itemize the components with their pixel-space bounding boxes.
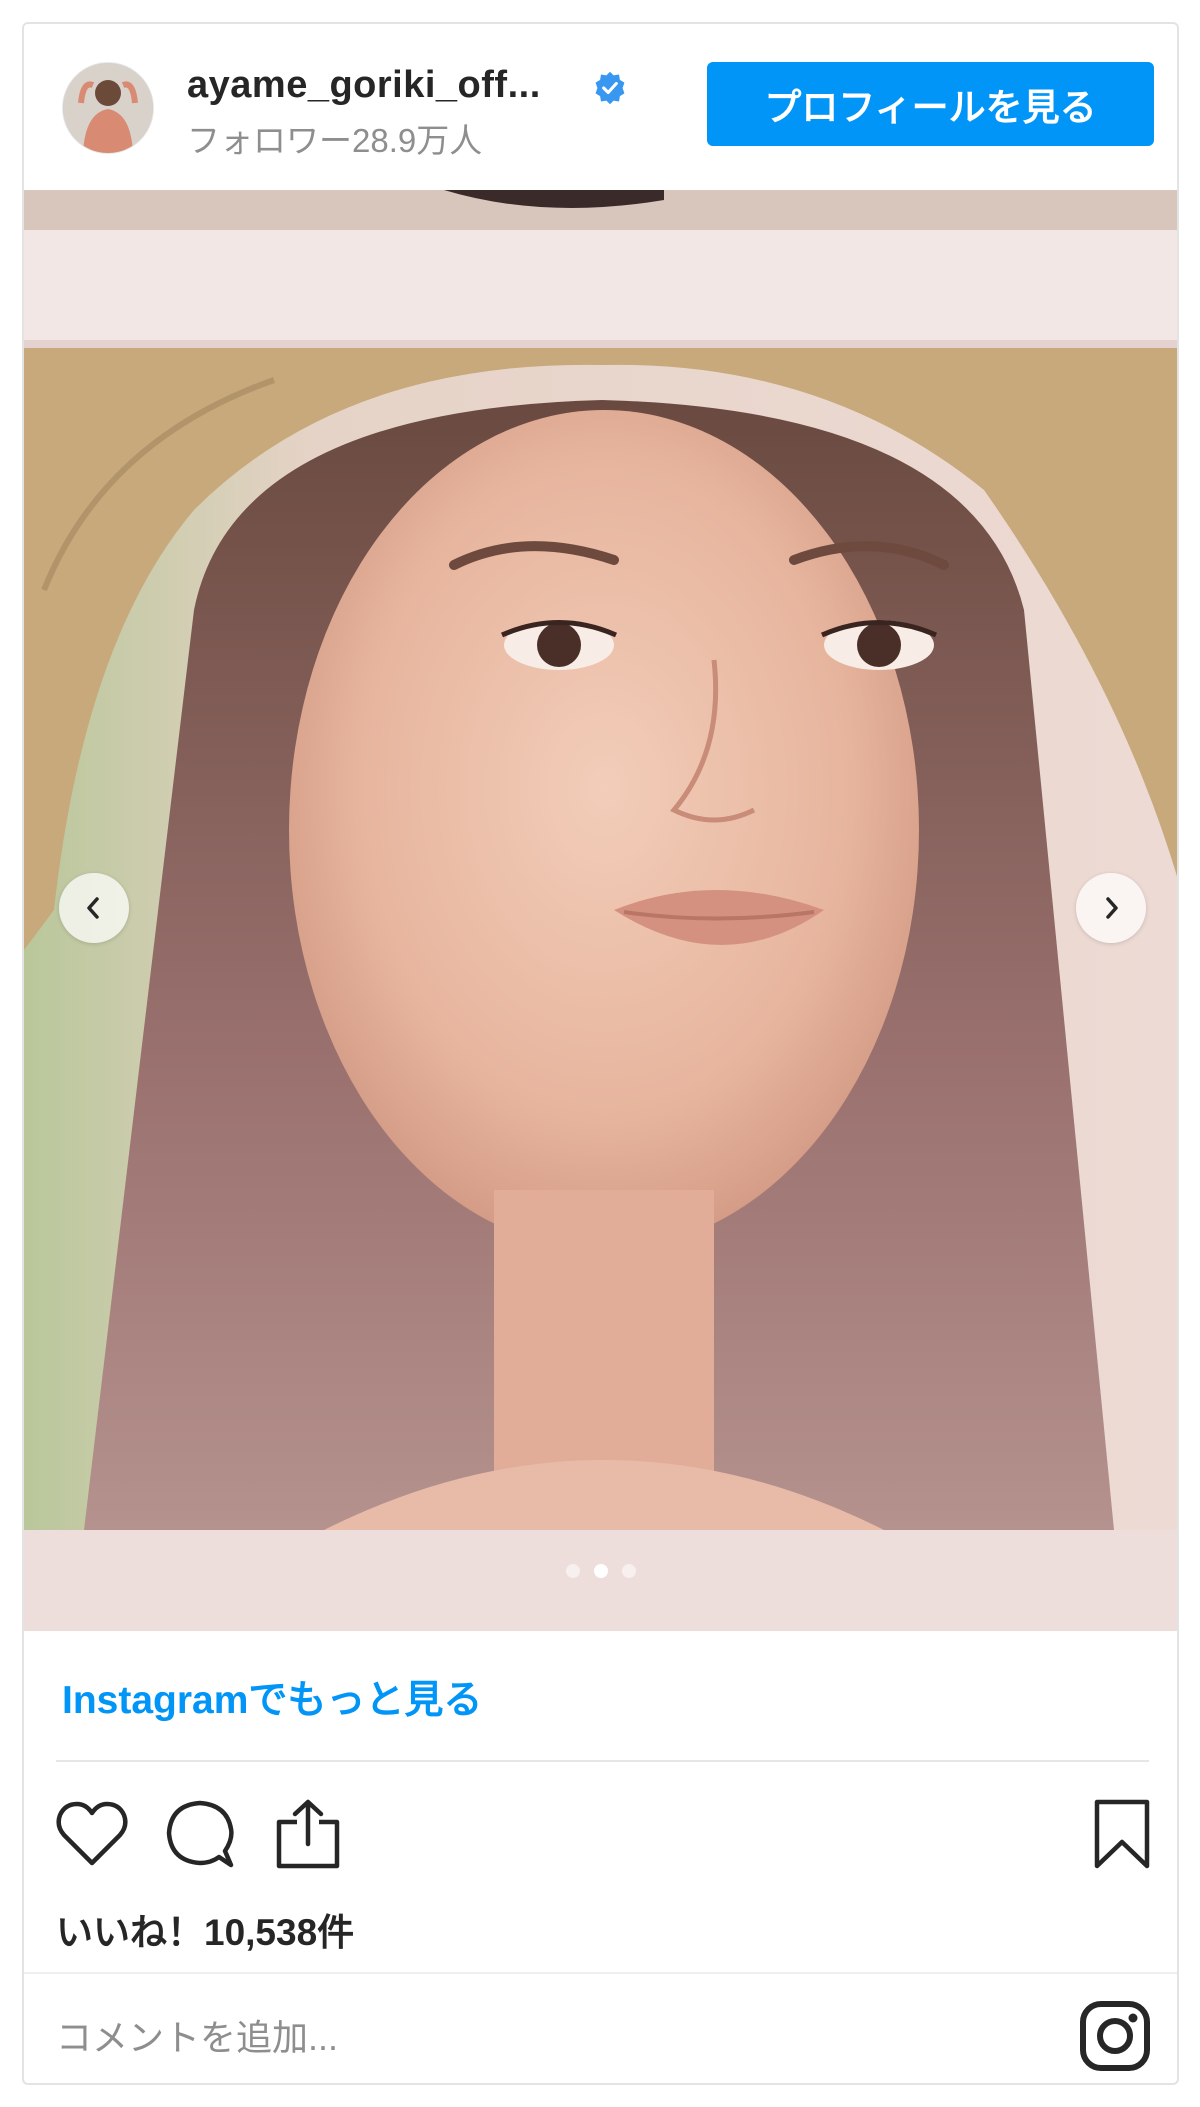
next-slide-button[interactable]	[1076, 873, 1146, 943]
like-button[interactable]	[52, 1794, 132, 1874]
share-button[interactable]	[268, 1794, 348, 1874]
heart-icon	[56, 1801, 128, 1866]
share-icon	[276, 1799, 340, 1869]
post-header: ayame_goriki_off... フォロワー28.9万人 プロフィールを見…	[24, 24, 1177, 190]
comment-icon	[166, 1800, 234, 1868]
add-comment-field[interactable]: コメントを追加...	[56, 2009, 338, 2061]
follower-count: フォロワー28.9万人	[187, 122, 483, 159]
divider	[24, 1972, 1177, 1974]
save-button[interactable]	[1082, 1794, 1162, 1874]
view-profile-button[interactable]: プロフィールを見る	[707, 62, 1154, 146]
username[interactable]: ayame_goriki_off...	[187, 64, 541, 107]
post-media-carousel[interactable]	[24, 190, 1177, 1631]
avatar[interactable]	[62, 62, 154, 154]
action-bar	[24, 1794, 1177, 1884]
instagram-embed-card: ayame_goriki_off... フォロワー28.9万人 プロフィールを見…	[22, 22, 1179, 2085]
bookmark-icon	[1094, 1799, 1150, 1869]
like-count[interactable]: いいね！10,538件	[56, 1902, 354, 1956]
chevron-right-icon	[1106, 897, 1118, 919]
carousel-dot-active	[593, 1564, 608, 1578]
instagram-icon[interactable]	[1079, 2000, 1151, 2072]
carousel-dot	[621, 1564, 636, 1578]
comment-button[interactable]	[160, 1794, 240, 1874]
carousel-dot	[565, 1564, 580, 1578]
previous-slide-button[interactable]	[59, 873, 129, 943]
view-more-on-instagram-link[interactable]: Instagramでもっと見る	[62, 1669, 482, 1725]
divider	[56, 1760, 1149, 1762]
verified-badge-icon	[595, 71, 625, 105]
carousel-indicator	[24, 1564, 1177, 1578]
chevron-left-icon	[87, 897, 99, 919]
post-photo	[24, 190, 1177, 1631]
